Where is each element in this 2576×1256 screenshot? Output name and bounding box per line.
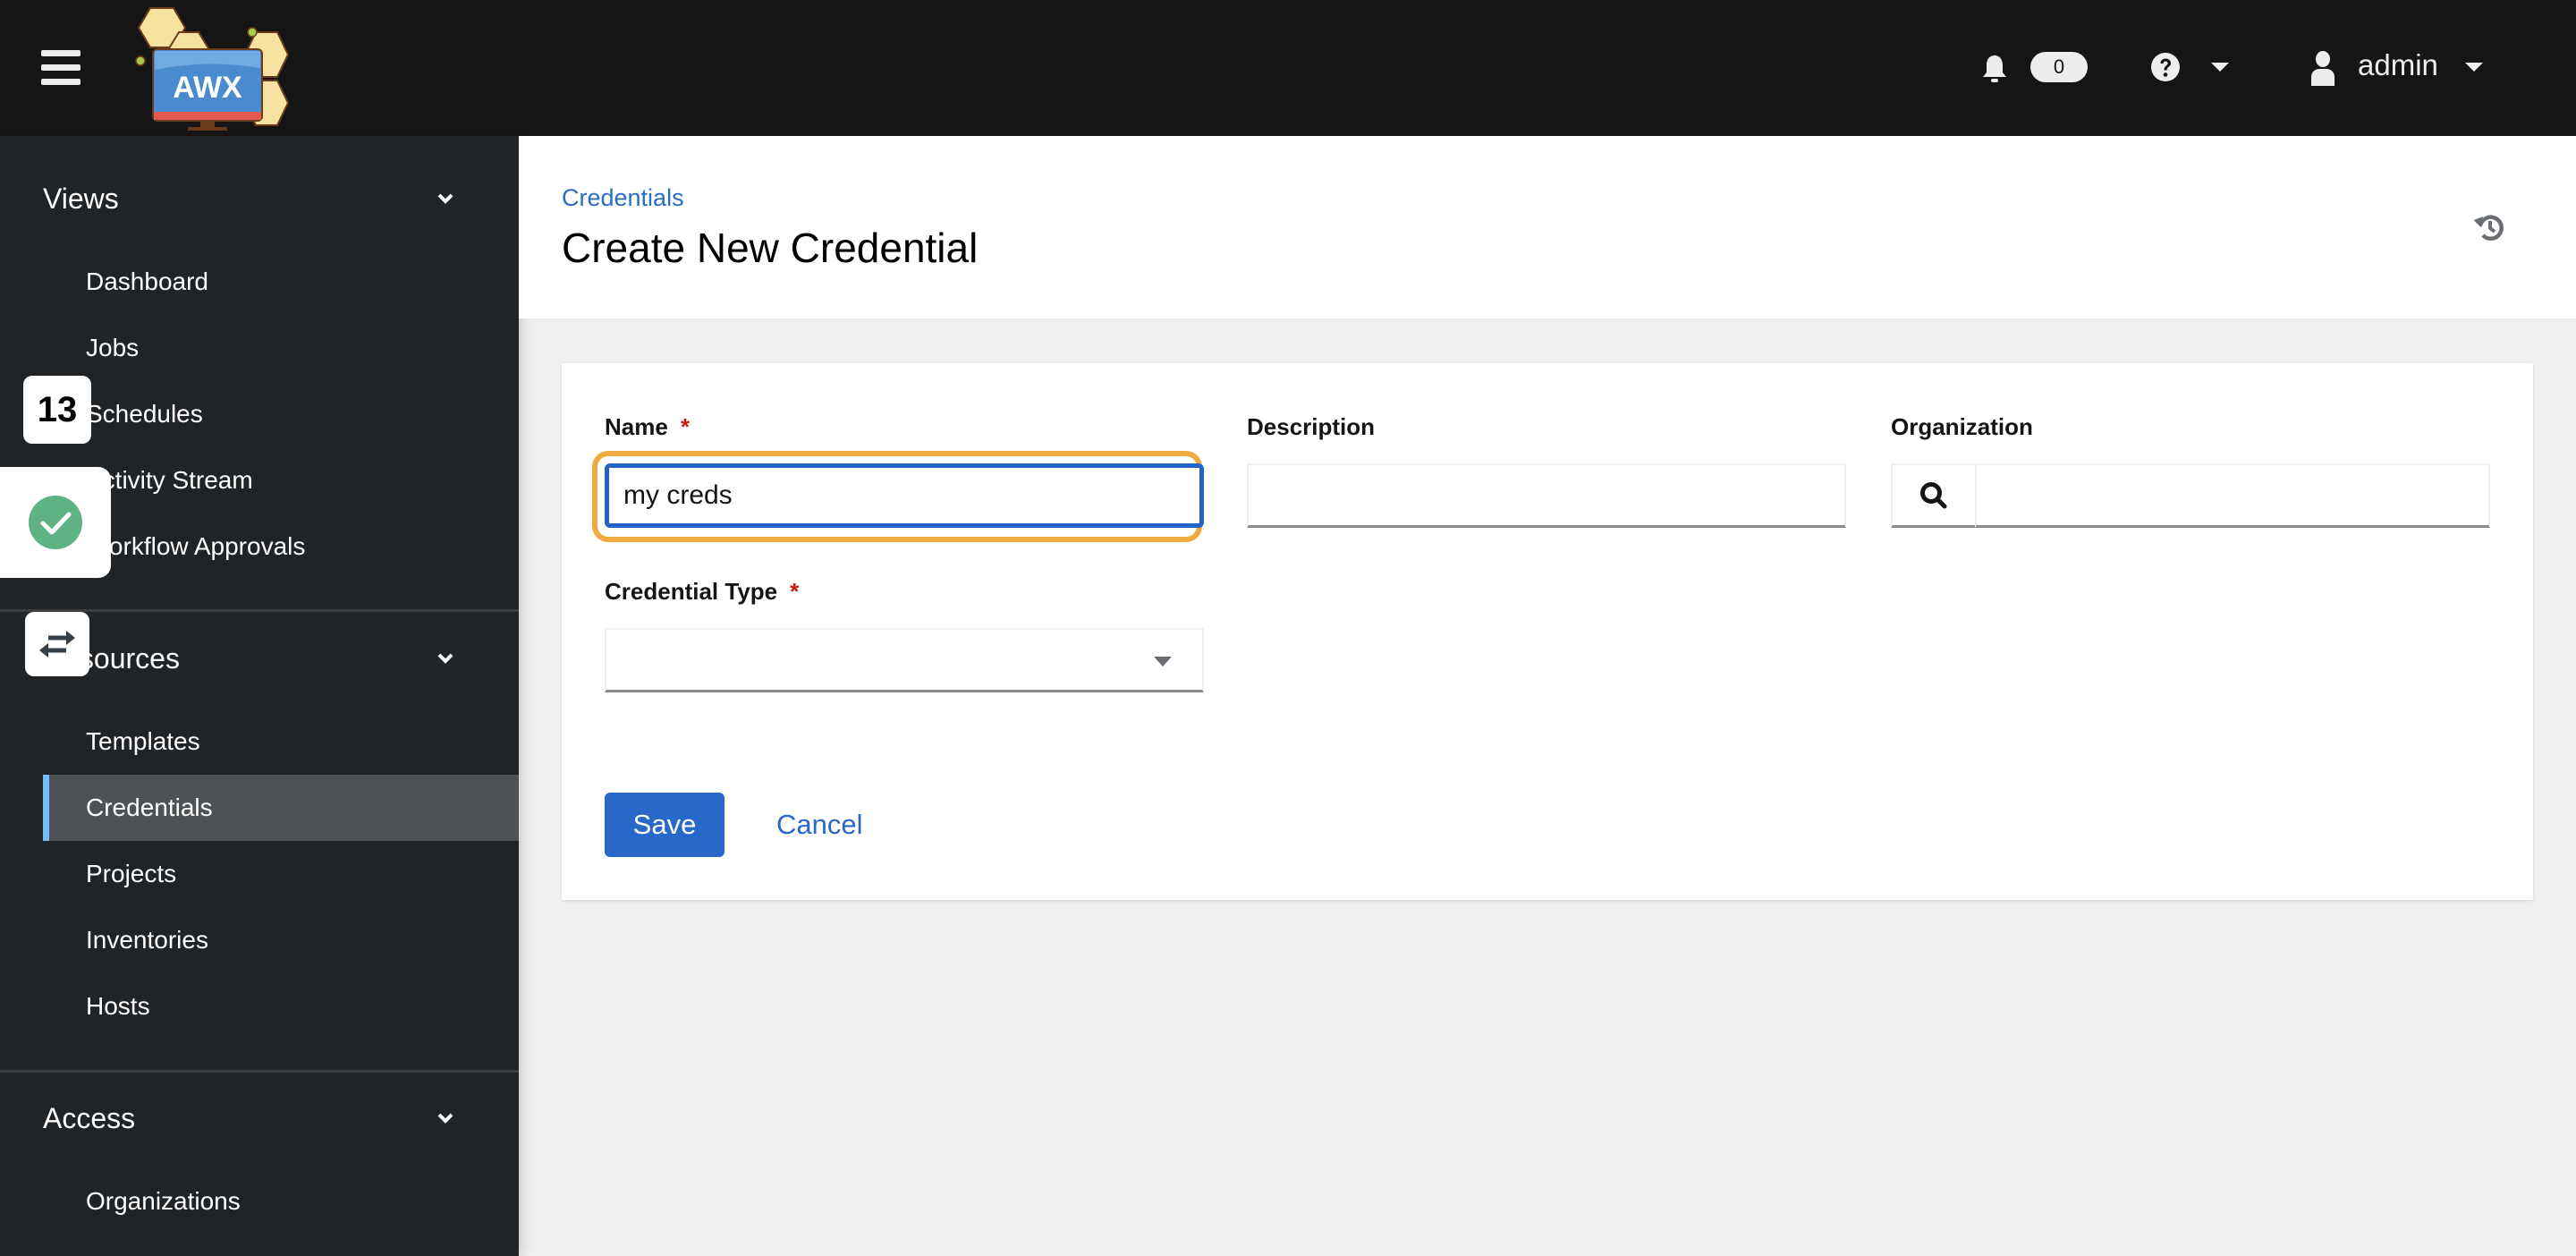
description-field-label: Description [1247,413,1376,440]
help-menu-caret-icon[interactable] [2211,63,2229,72]
swap-widget[interactable] [25,612,89,676]
sidebar-item-inventories[interactable]: Inventories [43,907,519,973]
credential-type-select[interactable] [605,628,1204,692]
sidebar-item-label: Workflow Approvals [86,532,306,560]
history-icon[interactable] [2472,209,2508,245]
page-header: Credentials Create New Credential [519,136,2576,318]
status-check-widget[interactable] [0,467,111,578]
notification-count-badge[interactable]: 0 [2030,52,2088,82]
sidebar-item-label: Projects [86,860,177,887]
credential-type-label-text: Credential Type [605,578,778,605]
sidebar-item-label: Jobs [86,334,140,361]
masthead: AWX 0 admin [0,0,2576,136]
sidebar-item-label: Dashboard [86,267,208,295]
nav-group-views[interactable]: Views [43,182,119,216]
bell-icon[interactable] [1982,54,2007,84]
sidebar-divider [0,1070,519,1073]
required-asterisk: * [790,578,800,605]
hamburger-line [41,64,80,71]
sidebar-item-dashboard[interactable]: Dashboard [43,249,519,315]
sidebar-item-templates[interactable]: Templates [43,709,519,775]
required-asterisk: * [680,413,690,440]
username-label[interactable]: admin [2358,48,2438,82]
sidebar-item-credentials[interactable]: Credentials [43,775,519,841]
swap-arrows-icon [39,631,75,658]
sidebar-nav: Views Dashboard Jobs Schedules Activity … [0,136,519,1256]
awx-logo-text: AWX [173,71,242,105]
save-button[interactable]: Save [605,793,724,857]
sidebar-item-activity-stream[interactable]: Activity Stream [43,447,519,513]
sidebar-item-label: Organizations [86,1187,241,1215]
breadcrumb-credentials-link[interactable]: Credentials [562,184,684,212]
sidebar-item-label: Activity Stream [86,466,253,494]
sidebar-item-label: Credentials [86,793,213,821]
sidebar-item-label: Inventories [86,926,208,954]
sidebar-item-label: Schedules [86,400,203,428]
sidebar-item-projects[interactable]: Projects [43,841,519,907]
name-label-text: Name [605,413,668,440]
name-input[interactable] [605,463,1204,528]
user-menu-caret-icon[interactable] [2465,63,2483,72]
cancel-button[interactable]: Cancel [776,793,863,857]
sidebar-item-schedules[interactable]: Schedules [43,381,519,447]
organization-lookup-button[interactable] [1891,463,1977,528]
caret-down-icon [1154,657,1172,666]
organization-field-label: Organization [1891,413,2033,440]
chevron-down-icon[interactable] [436,1109,454,1127]
organization-input[interactable] [1975,463,2490,528]
chevron-down-icon[interactable] [436,190,454,208]
sidebar-item-label: Templates [86,727,200,755]
sidebar-item-organizations[interactable]: Organizations [43,1168,519,1235]
page-title: Create New Credential [562,225,979,271]
sidebar-item-jobs[interactable]: Jobs [43,315,519,381]
search-icon [1920,481,1947,508]
sidebar-item-hosts[interactable]: Hosts [43,973,519,1040]
hamburger-line [41,79,80,85]
awx-logo[interactable]: AWX [125,5,313,131]
hamburger-menu-button[interactable] [41,50,80,86]
credential-form-card: Name * Description Organization Credentia… [562,363,2533,900]
help-icon[interactable] [2150,52,2181,82]
name-field-label: Name * [605,413,690,441]
chevron-down-icon[interactable] [436,649,454,667]
nav-group-access[interactable]: Access [43,1102,135,1135]
counter-badge-widget[interactable]: 13 [23,376,91,444]
check-circle-icon [29,496,82,549]
credential-type-field-label: Credential Type * [605,578,799,606]
sidebar-item-workflow-approvals[interactable]: Workflow Approvals [43,513,519,580]
user-icon[interactable] [2309,50,2336,86]
sidebar-item-label: Hosts [86,992,150,1020]
description-input[interactable] [1247,463,1846,528]
hamburger-line [41,50,80,56]
